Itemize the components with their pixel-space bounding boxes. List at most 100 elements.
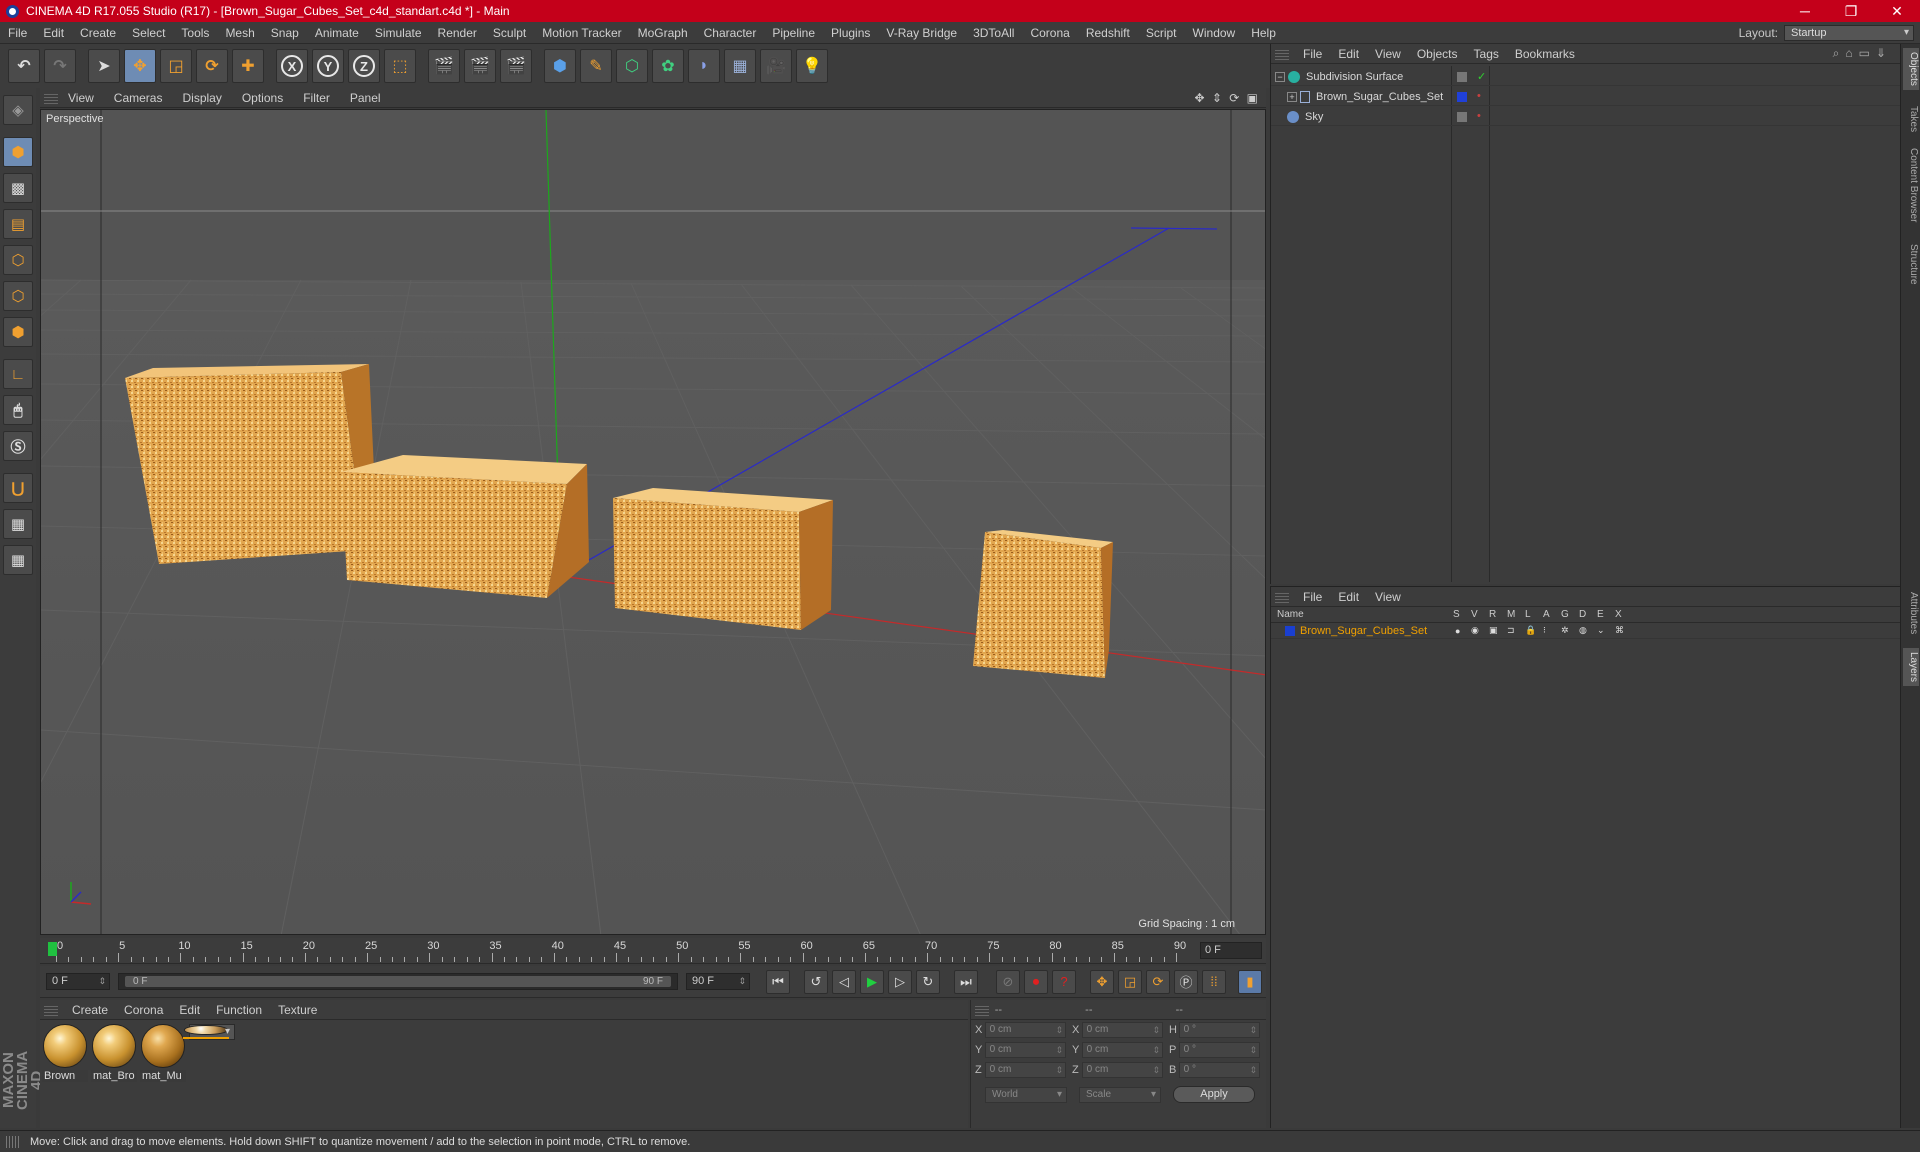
coordinate-system-button[interactable]: ⬚ — [384, 49, 416, 83]
material-menu-function[interactable]: Function — [208, 1003, 270, 1017]
apply-button[interactable]: Apply — [1173, 1086, 1255, 1103]
rotation-h-field[interactable]: 0 ° — [1178, 1022, 1260, 1038]
col-xref[interactable]: X — [1615, 609, 1622, 620]
preview-range-slider[interactable]: 0 F 90 F — [118, 973, 678, 990]
solo-dot-icon[interactable]: ● — [1455, 626, 1460, 636]
xref-icon[interactable]: ⌘ — [1615, 625, 1624, 636]
tab-objects[interactable]: Objects — [1903, 48, 1919, 90]
add-cloner-button[interactable]: ✿ — [652, 49, 684, 83]
menu-select[interactable]: Select — [124, 26, 173, 40]
live-selection-button[interactable]: ➤ — [88, 49, 120, 83]
viewport-menu-panel[interactable]: Panel — [340, 91, 391, 105]
size-y-field[interactable]: 0 cm — [1081, 1042, 1163, 1058]
viewport-menu-view[interactable]: View — [58, 91, 104, 105]
record-position-button[interactable]: ✥ — [1090, 969, 1114, 994]
menu-create[interactable]: Create — [72, 26, 124, 40]
lock-workplane-button[interactable]: ▦ — [3, 509, 33, 539]
record-rotation-button[interactable]: ⟳ — [1146, 969, 1170, 994]
visibility-dot-icon[interactable]: • — [1477, 110, 1481, 122]
record-active-objects-button[interactable]: ⏺ — [1024, 969, 1048, 994]
menu-pipeline[interactable]: Pipeline — [764, 26, 823, 40]
menu-tools[interactable]: Tools — [173, 26, 217, 40]
object-row-subdivision-surface[interactable]: − Subdivision Surface ✓ — [1271, 68, 1901, 86]
add-light-button[interactable]: 💡 — [796, 49, 828, 83]
menu-mograph[interactable]: MoGraph — [630, 26, 696, 40]
object-menu-tags[interactable]: Tags — [1466, 47, 1507, 61]
col-locked[interactable]: L — [1525, 609, 1531, 620]
timeline-ruler[interactable]: 0 5 10 15 20 25 30 35 40 45 50 55 60 65 70 75 80 85 90 0 F — [40, 938, 1266, 964]
menu-script[interactable]: Script — [1138, 26, 1185, 40]
object-menu-file[interactable]: File — [1295, 47, 1330, 61]
layer-name[interactable]: Brown_Sugar_Cubes_Set — [1300, 625, 1427, 637]
menu-help[interactable]: Help — [1243, 26, 1284, 40]
tab-structure[interactable]: Structure — [1903, 240, 1919, 289]
keyframe-selection-button[interactable]: ⊘ — [996, 969, 1020, 994]
points-mode-button[interactable]: ⬡ — [3, 245, 33, 275]
viewport-navigation-icons[interactable]: ✥ ⇕ ⟳ ▣ — [1194, 91, 1266, 105]
col-generators[interactable]: G — [1561, 609, 1569, 620]
material-item-selected[interactable]: mat_Tur — [183, 1024, 235, 1040]
tab-takes[interactable]: Takes — [1903, 102, 1919, 136]
menu-window[interactable]: Window — [1185, 26, 1244, 40]
object-row-brown-sugar-cubes-set[interactable]: + Brown_Sugar_Cubes_Set • — [1271, 88, 1901, 106]
render-view-button[interactable]: 🎬 — [428, 49, 460, 83]
magnet-button[interactable]: ⋃ — [3, 473, 33, 503]
enabled-check-icon[interactable]: ✓ — [1477, 70, 1486, 83]
layer-menu-file[interactable]: File — [1295, 590, 1330, 604]
size-z-field[interactable]: 0 cm — [1081, 1062, 1163, 1078]
manager-icon[interactable]: ⊐ — [1507, 625, 1515, 636]
scale-tool-button[interactable]: ◲ — [160, 49, 192, 83]
lock-icon[interactable]: 🔒 — [1525, 625, 1536, 636]
texture-mode-button[interactable]: ▩ — [3, 173, 33, 203]
add-deformer-button[interactable]: ◗ — [688, 49, 720, 83]
sugar-cube-4[interactable] — [973, 530, 1113, 678]
redo-button[interactable]: ↷ — [44, 49, 76, 83]
tab-attributes[interactable]: Attributes — [1903, 588, 1919, 638]
sugar-cube-1[interactable] — [125, 364, 377, 564]
rotation-p-field[interactable]: 0 ° — [1178, 1042, 1260, 1058]
position-y-field[interactable]: 0 cm — [984, 1042, 1066, 1058]
collapse-toggle-icon[interactable]: − — [1275, 71, 1285, 82]
coordinate-space-dropdown[interactable]: World — [985, 1086, 1067, 1103]
col-solo[interactable]: S — [1453, 609, 1460, 620]
menu-animate[interactable]: Animate — [307, 26, 367, 40]
y-axis-lock-button[interactable]: Y — [312, 49, 344, 83]
layer-menu-edit[interactable]: Edit — [1330, 590, 1367, 604]
end-frame-field[interactable]: 90 F — [686, 973, 750, 990]
object-menu-view[interactable]: View — [1367, 47, 1409, 61]
menu-3dtoall[interactable]: 3DToAll — [965, 26, 1022, 40]
eye-icon[interactable]: ◉ — [1471, 625, 1479, 636]
next-key-button[interactable]: ↻ — [916, 969, 940, 994]
size-mode-dropdown[interactable]: Scale — [1079, 1086, 1161, 1103]
move-tool-button[interactable]: ✥ — [124, 49, 156, 83]
record-point-level-button[interactable]: ⁞⁞ — [1202, 969, 1226, 994]
layout-dropdown[interactable]: Startup — [1784, 24, 1914, 41]
col-animation[interactable]: A — [1543, 609, 1550, 620]
material-menu-edit[interactable]: Edit — [171, 1003, 208, 1017]
material-menu-corona[interactable]: Corona — [116, 1003, 171, 1017]
planar-workplane-button[interactable]: ▦ — [3, 545, 33, 575]
add-subdivision-button[interactable]: ⬡ — [616, 49, 648, 83]
object-menu-bookmarks[interactable]: Bookmarks — [1507, 47, 1583, 61]
frame-ruler[interactable]: 0 5 10 15 20 25 30 35 40 45 50 55 60 65 70 75 80 85 90 — [48, 938, 1198, 964]
menu-simulate[interactable]: Simulate — [367, 26, 430, 40]
menu-vray-bridge[interactable]: V-Ray Bridge — [878, 26, 965, 40]
expand-toggle-icon[interactable]: + — [1287, 91, 1297, 102]
object-manager-search-icons[interactable]: ⌕⌂▭⇓ — [1833, 46, 1900, 61]
material-item[interactable]: mat_Mu — [140, 1024, 186, 1082]
make-editable-button[interactable]: ◈ — [3, 95, 33, 125]
playhead-marker[interactable] — [48, 942, 57, 956]
layer-color-swatch[interactable] — [1285, 625, 1295, 636]
position-x-field[interactable]: 0 cm — [984, 1022, 1066, 1038]
rotate-tool-button[interactable]: ⟳ — [196, 49, 228, 83]
render-picture-viewer-button[interactable]: 🎬 — [464, 49, 496, 83]
start-frame-field[interactable]: 0 F — [46, 973, 110, 990]
object-menu-edit[interactable]: Edit — [1330, 47, 1367, 61]
material-item[interactable]: Brown — [42, 1024, 88, 1082]
tab-layers[interactable]: Layers — [1903, 648, 1919, 687]
polygons-mode-button[interactable]: ⬢ — [3, 317, 33, 347]
col-render[interactable]: R — [1489, 609, 1496, 620]
tab-content-browser[interactable]: Content Browser — [1903, 144, 1919, 226]
close-button[interactable]: ✕ — [1874, 3, 1920, 20]
current-frame-field[interactable]: 0 F — [1200, 942, 1262, 959]
